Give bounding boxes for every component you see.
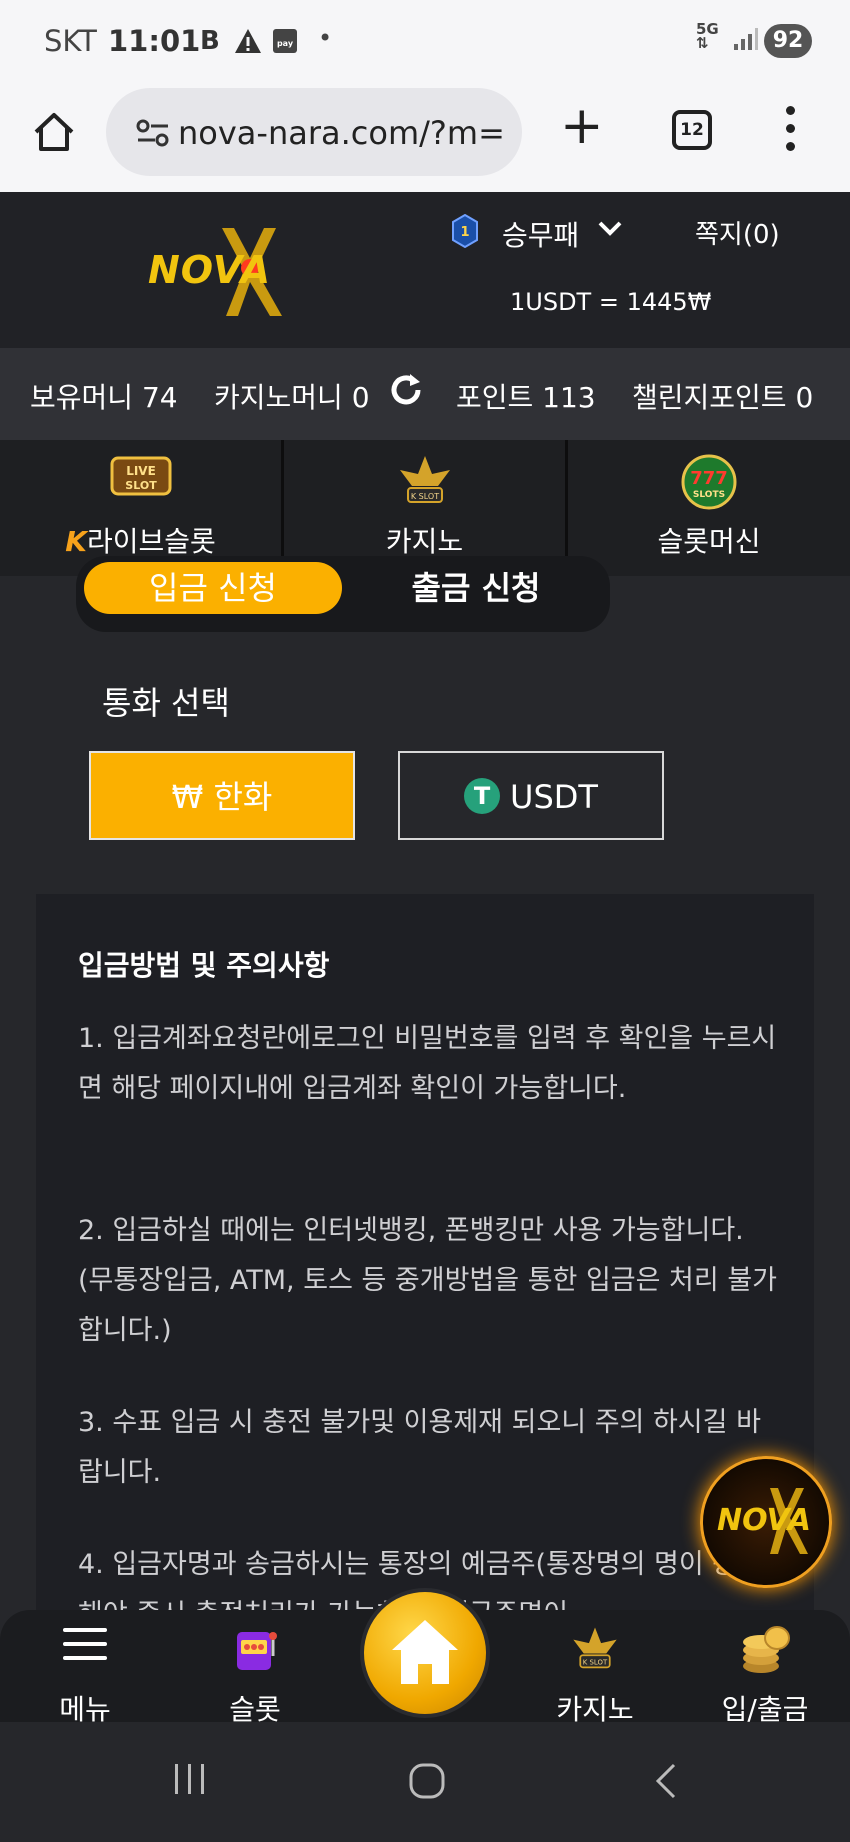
svg-text:777: 777 [690, 468, 728, 489]
battery-indicator: 92 [764, 24, 812, 58]
nova-logo[interactable]: NOVA [144, 220, 319, 320]
svg-text:K SLOT: K SLOT [583, 1659, 608, 1667]
browser-home-icon[interactable] [30, 108, 78, 156]
balance-money: 보유머니 74 [30, 381, 178, 414]
balance-points: 포인트 113 [456, 381, 596, 414]
nav-menu[interactable]: 메뉴 [20, 1610, 150, 1726]
site-settings-icon[interactable] [136, 118, 170, 148]
svg-text:LIVE: LIVE [126, 464, 156, 478]
more-menu-icon[interactable] [786, 106, 796, 156]
username[interactable]: 승무패 [502, 214, 579, 254]
tether-icon: T [464, 778, 501, 814]
new-tab-icon[interactable]: + [560, 100, 604, 152]
777-slots-icon: 777SLOTS [681, 454, 737, 510]
exchange-rate: 1USDT = 1445₩ [510, 288, 712, 316]
notice-item: 3. 수표 입금 시 충전 불가및 이용제재 되오니 주의 하시길 바랍니다. [78, 1407, 761, 1488]
tab-withdraw-request[interactable]: 출금 신청 [376, 562, 576, 614]
notice-item: 1. 입금계좌요청란에로그인 비밀번호를 입력 후 확인을 누르시면 해당 페이… [78, 1023, 777, 1104]
home-system-icon[interactable] [408, 1762, 446, 1800]
tab-slot-machine-label: 슬롯머신 [657, 525, 761, 558]
signal-icon [734, 28, 758, 50]
balance-bar: 보유머니 74 카지노머니 0 포인트 113 챌린지포인트 0 [0, 348, 850, 440]
refresh-icon[interactable] [388, 372, 424, 408]
warning-icon [235, 29, 261, 53]
nav-home-button[interactable] [360, 1588, 490, 1718]
tab-casino-label: 카지노 [385, 525, 464, 558]
address-bar[interactable]: nova-nara.com/?m= [106, 88, 522, 176]
pay-icon: pay [273, 29, 297, 53]
currency-usdt-button[interactable]: T USDT [398, 751, 664, 840]
svg-text:SLOT: SLOT [125, 479, 157, 492]
network-indicator: 5G ⇅ [696, 20, 719, 52]
balance-challenge-points: 챌린지포인트 0 [632, 381, 814, 414]
svg-text:K SLOT: K SLOT [410, 492, 438, 501]
system-navigation-bar [0, 1722, 850, 1842]
nav-casino[interactable]: K SLOT 카지노 [530, 1610, 660, 1726]
chevron-down-icon[interactable] [596, 214, 624, 242]
currency-title: 통화 선택 [102, 684, 230, 722]
k-brand-icon: K [65, 525, 87, 558]
back-icon[interactable] [652, 1762, 680, 1800]
hamburger-icon [63, 1628, 107, 1660]
nova-logo-text: NOVA [148, 248, 271, 292]
nav-slot[interactable]: 슬롯 [190, 1610, 320, 1726]
currency-krw-button[interactable]: ₩ 한화 [89, 751, 355, 840]
recent-apps-icon[interactable] [172, 1762, 208, 1796]
status-bar: SKT 11:01 B pay • 5G ⇅ 92 [0, 0, 850, 80]
live-slot-icon: LIVESLOT [110, 456, 171, 496]
url-text: nova-nara.com/?m= [178, 114, 505, 152]
tab-switcher-button[interactable]: 12 [672, 110, 712, 150]
currency-krw-label: ₩ 한화 [171, 778, 273, 816]
notice-item: 2. 입금하실 때에는 인터넷뱅킹, 폰뱅킹만 사용 가능합니다.(무통장입금,… [78, 1215, 777, 1346]
tab-live-slot-label: K라이브슬롯 [65, 525, 216, 558]
carrier-label: SKT [44, 24, 97, 58]
site-header: NOVA 1 승무패 쪽지(0) 1USDT = 1445₩ [0, 192, 850, 348]
home-icon [392, 1620, 458, 1684]
deposit-withdraw-toggle: 입금 신청 출금 신청 [76, 556, 610, 632]
browser-toolbar: nova-nara.com/?m= + 12 [0, 80, 850, 192]
b-app-icon: B [200, 26, 220, 56]
svg-text:SLOTS: SLOTS [693, 490, 725, 500]
notice-title: 입금방법 및 주의사항 [78, 949, 330, 982]
svg-text:1: 1 [460, 225, 469, 240]
level-badge-icon: 1 [452, 214, 478, 248]
k-slot-icon: K SLOT [573, 1627, 617, 1669]
slot-machine-icon [237, 1632, 277, 1670]
currency-usdt-label: USDT [510, 778, 598, 816]
floating-nova-button[interactable]: NOVA [700, 1456, 832, 1588]
tab-deposit-request[interactable]: 입금 신청 [84, 562, 342, 614]
tab-slot-machine[interactable]: 777 SLOTS 슬롯머신 [568, 440, 850, 576]
coins-icon [743, 1626, 790, 1673]
floating-logo-text: NOVA [717, 1503, 811, 1538]
nav-deposit-withdraw[interactable]: 입/출금 [700, 1610, 830, 1726]
clock: 11:01 [108, 24, 201, 58]
k-slot-icon: K SLOT [399, 456, 450, 503]
messages-link[interactable]: 쪽지(0) [695, 214, 780, 251]
deposit-notice-panel: 입금방법 및 주의사항 1. 입금계좌요청란에로그인 비밀번호를 입력 후 확인… [36, 894, 814, 1654]
svg-text:pay: pay [277, 39, 294, 48]
balance-casino-money: 카지노머니 0 [214, 381, 370, 414]
notification-dot: • [318, 24, 333, 52]
